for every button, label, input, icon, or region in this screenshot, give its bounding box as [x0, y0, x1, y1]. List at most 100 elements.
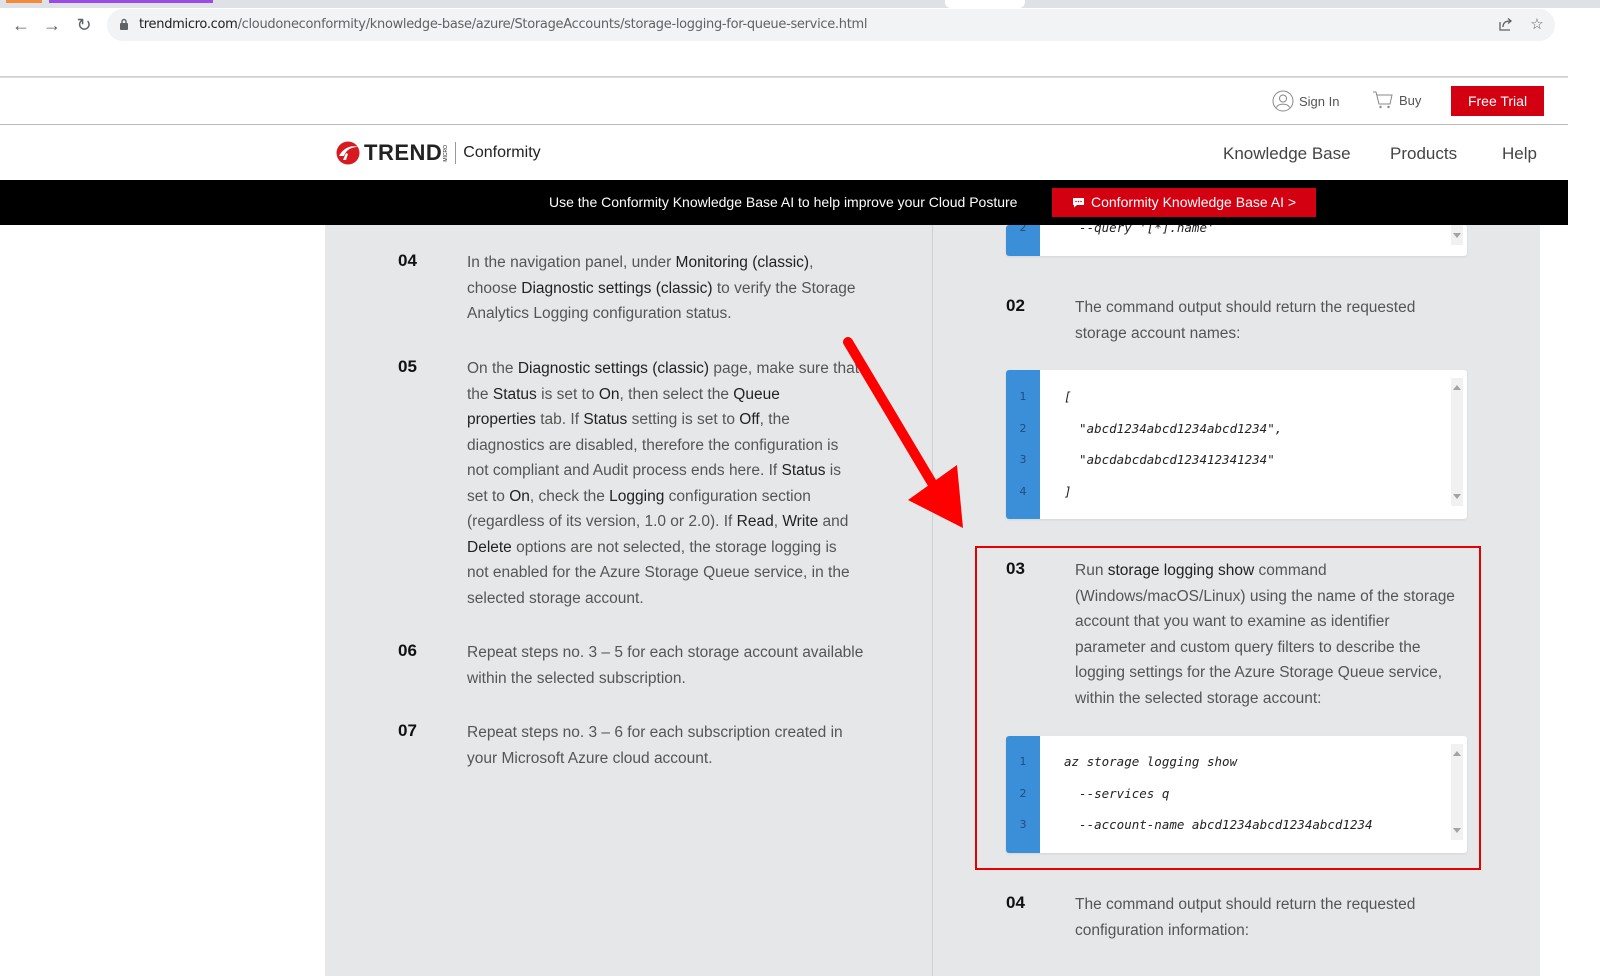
- bookmark-star-icon[interactable]: ☆: [1528, 16, 1546, 34]
- text-segment: options are not selected, the storage lo…: [511, 538, 837, 556]
- text-segment: (regardless of its version, 1.0 or 2.0).…: [467, 513, 737, 530]
- share-icon[interactable]: [1497, 16, 1515, 34]
- text-segment: The command output should return the req…: [1075, 896, 1416, 913]
- nav-products[interactable]: Products: [1390, 144, 1457, 164]
- text-segment: ,: [809, 254, 814, 271]
- step-text-line: The command output should return the req…: [1075, 295, 1415, 321]
- buy-link[interactable]: Buy: [1372, 90, 1421, 110]
- text-segment: not enabled for the Azure Storage Queue …: [467, 564, 850, 581]
- brand-name: TREND: [364, 140, 443, 165]
- url-path: /cloudoneconformity/knowledge-base/azure…: [237, 17, 868, 32]
- scroll-down-arrow[interactable]: [1453, 233, 1461, 238]
- text-segment: , then select the: [619, 385, 734, 403]
- text-segment: is set to: [536, 385, 599, 403]
- brand-sub: MICRO: [443, 144, 450, 162]
- step-number: 04: [1006, 893, 1025, 912]
- nav-help[interactable]: Help: [1502, 144, 1537, 164]
- text-segment: set to: [467, 487, 510, 505]
- sign-in-link[interactable]: Sign In: [1272, 90, 1339, 112]
- text-segment: Repeat steps no. 3 – 6 for each subscrip…: [467, 724, 843, 741]
- step-text-line: not enabled for the Azure Storage Queue …: [467, 560, 859, 586]
- step-text-line: The command output should return the req…: [1075, 892, 1415, 918]
- ui-term: Monitoring (classic): [675, 254, 810, 271]
- tab-group-indicator: [49, 0, 213, 3]
- code-line: --query '[*].name': [1064, 225, 1215, 235]
- step-text: Repeat steps no. 3 – 5 for each storage …: [467, 640, 863, 691]
- text-segment: storage account names:: [1075, 324, 1241, 342]
- step-number: 05: [398, 357, 417, 376]
- text-segment: , check the: [529, 487, 610, 505]
- chat-bubble-icon: [1073, 198, 1084, 208]
- ui-term: Read: [736, 513, 774, 530]
- ui-term: Off: [739, 411, 760, 428]
- text-segment: setting is set to: [627, 411, 740, 428]
- step-text-line: selected storage account.: [467, 586, 859, 612]
- step-text-line: properties tab. If Status setting is set…: [467, 407, 859, 433]
- step-text: On the Diagnostic settings (classic) pag…: [467, 356, 859, 611]
- text-segment: Analytics Logging configuration status.: [467, 305, 732, 322]
- knowledge-base-ai-button[interactable]: Conformity Knowledge Base AI >: [1052, 188, 1316, 217]
- step-text-line: your Microsoft Azure cloud account.: [467, 746, 843, 772]
- scroll-down-arrow[interactable]: [1453, 494, 1461, 499]
- step-number: 04: [398, 251, 417, 270]
- step-text-line: within the selected subscription.: [467, 666, 863, 692]
- text-segment: , the: [759, 411, 790, 428]
- ui-term: Write: [782, 513, 819, 530]
- line-number: 2: [1019, 225, 1027, 234]
- ui-term: On: [598, 385, 620, 403]
- user-icon: [1272, 90, 1294, 112]
- step-text-line: diagnostics are disabled, therefore the …: [467, 433, 859, 459]
- sign-in-label: Sign In: [1299, 93, 1340, 109]
- red-arrow-annotation: [843, 337, 963, 528]
- text-segment: within the selected subscription.: [467, 669, 686, 687]
- step-text-line: On the Diagnostic settings (classic) pag…: [467, 356, 859, 382]
- step-number: 02: [1006, 296, 1025, 315]
- step-text-line: Repeat steps no. 3 – 6 for each subscrip…: [467, 720, 843, 746]
- step-text-line: Delete options are not selected, the sto…: [467, 535, 859, 561]
- code-scrollbar[interactable]: [1451, 378, 1463, 506]
- ui-term: Status: [781, 462, 826, 479]
- text-segment: the: [467, 385, 493, 403]
- url-text[interactable]: trendmicro.com/cloudoneconformity/knowle…: [139, 17, 867, 32]
- text-segment: not compliant and Audit process ends her…: [467, 462, 782, 479]
- step-text: In the navigation panel, under Monitorin…: [467, 250, 856, 327]
- text-segment: selected storage account.: [467, 589, 644, 607]
- nav-knowledge-base[interactable]: Knowledge Base: [1223, 144, 1351, 164]
- text-segment: configuration information:: [1075, 921, 1250, 939]
- step-number: 07: [398, 721, 417, 740]
- text-segment: to verify the Storage: [712, 279, 856, 297]
- code-line: [: [1064, 389, 1072, 404]
- step-text-line: choose Diagnostic settings (classic) to …: [467, 276, 856, 302]
- site-header: TREND MICRO Conformity Knowledge Base Pr…: [0, 126, 1568, 180]
- back-icon[interactable]: ←: [10, 14, 32, 36]
- reload-icon[interactable]: ↻: [73, 14, 95, 36]
- ui-term: Diagnostic settings (classic): [517, 360, 710, 377]
- ui-term: Logging: [609, 487, 665, 505]
- browser-tab-strip: [0, 0, 1600, 8]
- line-number: 1: [1019, 390, 1027, 403]
- step-text: Repeat steps no. 3 – 6 for each subscrip…: [467, 720, 843, 771]
- active-tab[interactable]: [945, 0, 1025, 8]
- code-block-query[interactable]: 2 --query '[*].name': [1006, 225, 1467, 256]
- step-text-line: Repeat steps no. 3 – 5 for each storage …: [467, 640, 863, 666]
- step-text-line: storage account names:: [1075, 321, 1415, 347]
- ui-term: properties: [467, 411, 536, 428]
- step-text-line: (regardless of its version, 1.0 or 2.0).…: [467, 509, 859, 535]
- ui-term: Status: [492, 385, 537, 403]
- code-scrollbar[interactable]: [1451, 225, 1463, 245]
- scroll-up-arrow[interactable]: [1453, 385, 1461, 390]
- ui-term: Queue: [733, 385, 780, 403]
- browser-toolbar: ← → ↻ trendmicro.com/cloudoneconformity/…: [0, 8, 1600, 42]
- code-block-account-names[interactable]: 1 [2 "abcd1234abcd1234abcd1234", 3 "abcdab…: [1006, 370, 1467, 519]
- text-segment: configuration section: [664, 487, 811, 505]
- forward-icon[interactable]: →: [41, 14, 63, 36]
- step-text-line: In the navigation panel, under Monitorin…: [467, 250, 856, 276]
- product-name: Conformity: [463, 144, 541, 161]
- address-bar[interactable]: trendmicro.com/cloudoneconformity/knowle…: [107, 9, 1555, 41]
- trend-conformity-logo[interactable]: TREND MICRO Conformity: [336, 140, 541, 166]
- step-text-line: configuration information:: [1075, 918, 1415, 944]
- step-text-line: not compliant and Audit process ends her…: [467, 458, 859, 484]
- free-trial-button[interactable]: Free Trial: [1451, 86, 1544, 116]
- knowledge-base-ai-label: Conformity Knowledge Base AI >: [1091, 194, 1297, 210]
- ui-term: Delete: [467, 538, 512, 556]
